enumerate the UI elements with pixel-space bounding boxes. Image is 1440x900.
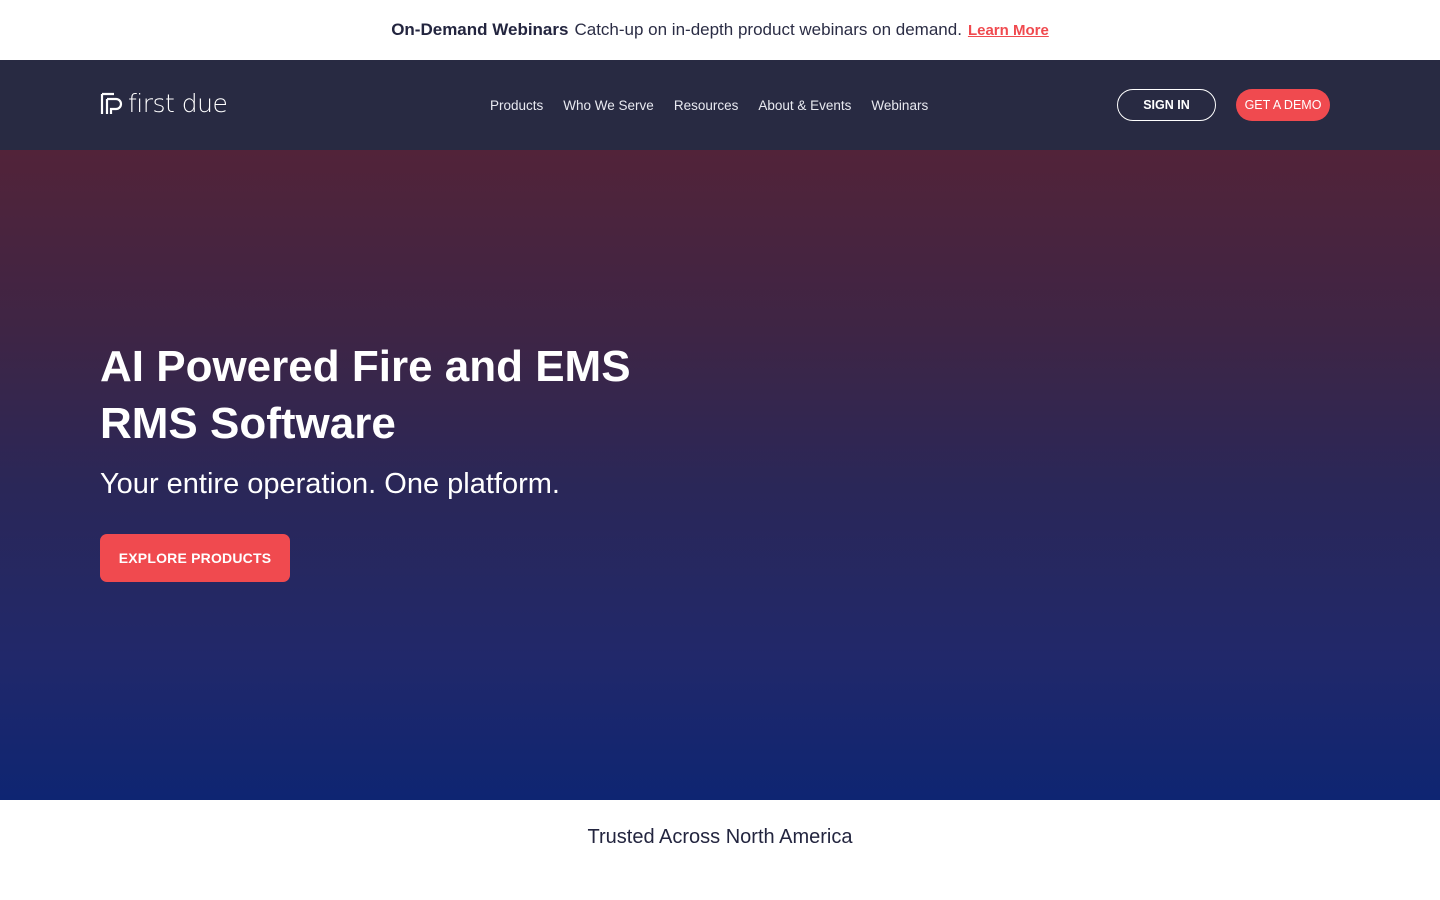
get-a-demo-button[interactable]: GET A DEMO [1236,89,1330,121]
learn-more-link[interactable]: Learn More [968,22,1049,39]
trusted-section: Trusted Across North America [0,800,1440,900]
nav-item-who-we-serve[interactable]: Who We Serve [563,98,654,113]
logo-text: first due [128,89,228,118]
hero-title: AI Powered Fire and EMS RMS Software [100,342,631,448]
explore-products-button[interactable]: EXPLORE PRODUCTS [100,534,290,582]
hero-section: AI Powered Fire and EMS RMS Software You… [0,150,1440,800]
main-navigation: first due Products Who We Serve Resource… [0,60,1440,150]
logo[interactable]: first due [100,89,228,118]
nav-item-products[interactable]: Products [490,98,543,113]
nav-item-about-events[interactable]: About & Events [758,98,851,113]
announcement-title: On-Demand Webinars [391,20,569,39]
sign-in-button[interactable]: SIGN IN [1117,89,1216,121]
trusted-title: Trusted Across North America [587,826,853,848]
first-due-logo-icon [100,92,123,114]
nav-item-webinars[interactable]: Webinars [871,98,928,113]
nav-item-resources[interactable]: Resources [674,98,739,113]
announcement-text: Catch-up on in-depth product webinars on… [574,20,962,39]
announcement-bar: On-Demand Webinars Catch-up on in-depth … [0,0,1440,60]
hero-subtitle: Your entire operation. One platform. [100,468,560,500]
nav-menu: Products Who We Serve Resources About & … [490,60,928,150]
